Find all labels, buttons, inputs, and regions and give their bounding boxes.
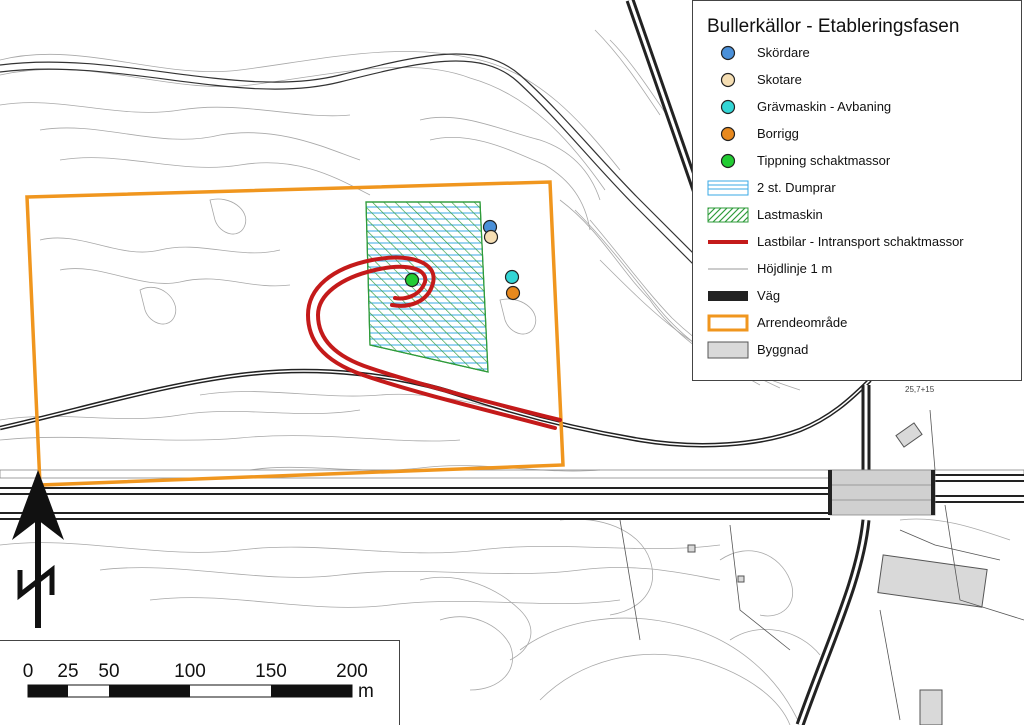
legend-symbol-excavator-icon	[720, 99, 736, 115]
road-winding	[0, 368, 872, 448]
legend-item-lease-area: Arrendeområde	[707, 312, 1017, 334]
legend-symbol-trucks-icon	[708, 240, 748, 244]
legend-label: Arrendeområde	[757, 315, 848, 330]
legend-label: Tippning schaktmassor	[757, 153, 891, 168]
dumper-area	[365, 201, 489, 373]
legend-item-dumpers: 2 st. Dumprar	[707, 177, 1017, 199]
legend-item-trucks: Lastbilar - Intransport schaktmassor	[707, 231, 1017, 253]
legend-item-drill-rig: Borrigg	[707, 123, 1017, 145]
railway-curve	[0, 53, 701, 268]
road-vertical-south	[795, 385, 871, 725]
legend-label: Grävmaskin - Avbaning	[757, 99, 892, 114]
legend-label: 2 st. Dumprar	[757, 180, 836, 195]
drill-rig-marker[interactable]	[505, 285, 521, 301]
legend-item-building: Byggnad	[707, 339, 1017, 361]
legend-symbol-building-icon	[707, 341, 749, 359]
legend-symbol-contour-icon	[708, 268, 748, 270]
scale-bar: 0 25 50 100 150 200 m	[0, 640, 400, 725]
legend-item-dumping: Tippning schaktmassor	[707, 150, 1017, 172]
buildings	[687, 422, 988, 725]
legend-title: Bullerkällor - Etableringsfasen	[707, 16, 960, 37]
legend-symbol-forwarder-icon	[720, 72, 736, 88]
legend-symbol-drill-rig-icon	[720, 126, 736, 142]
chainage-label: 25,7+15	[905, 385, 935, 394]
highway	[0, 469, 1024, 520]
legend-label: Lastmaskin	[757, 207, 823, 222]
excavator-marker[interactable]	[504, 269, 520, 285]
legend-symbol-road-icon	[708, 291, 748, 301]
legend-label: Skördare	[757, 45, 810, 60]
legend-item-forwarder: Skotare	[707, 69, 1017, 91]
legend-symbol-dumpers-icon	[707, 180, 749, 196]
legend-label: Höjdlinje 1 m	[757, 261, 833, 276]
legend-symbol-lease-area-icon	[707, 314, 749, 332]
legend-symbol-dumping-icon	[720, 153, 736, 169]
legend-item-contour: Höjdlinje 1 m	[707, 258, 1017, 280]
legend-item-excavator: Grävmaskin - Avbaning	[707, 96, 1017, 118]
scale-unit: m	[358, 681, 374, 702]
legend-item-loader: Lastmaskin	[707, 204, 1017, 226]
legend-label: Väg	[757, 288, 781, 303]
legend-item-road: Väg	[707, 285, 1017, 307]
legend-label: Byggnad	[757, 342, 809, 357]
forwarder-marker[interactable]	[483, 229, 499, 245]
legend-symbol-harvester-icon	[720, 45, 736, 61]
legend-label: Lastbilar - Intransport schaktmassor	[757, 234, 964, 249]
legend-symbol-loader-icon	[707, 207, 749, 223]
legend-panel: Bullerkällor - Etableringsfasen Skördare…	[692, 0, 1022, 381]
legend-item-harvester: Skördare	[707, 42, 1017, 64]
dumping-marker[interactable]	[404, 272, 420, 288]
legend-label: Borrigg	[757, 126, 799, 141]
scale-bar-graphic	[27, 684, 353, 698]
legend-label: Skotare	[757, 72, 802, 87]
